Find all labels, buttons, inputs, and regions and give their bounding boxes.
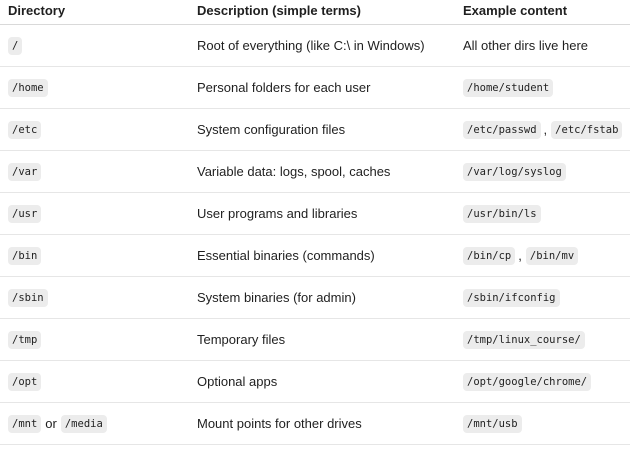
directory-cell: /mnt or/media [8,403,193,444]
description-cell: Personal folders for each user [197,79,371,95]
table-body: / Root of everything (like C:\ in Windows… [0,25,630,445]
directory-cell: /home [8,67,193,108]
directory-cell: /opt [8,361,193,402]
directory-path: /mnt [8,414,42,433]
description-cell: User programs and libraries [197,205,358,221]
directory-path: /sbin [8,288,48,307]
example-cell: /tmp/linux_course/ [463,319,628,360]
example-cell: /etc/passwd,/etc/fstab [463,109,628,150]
example-cell: /usr/bin/ls [463,193,628,234]
example-text: All other dirs live here [463,37,588,53]
example-cell: /home/student [463,67,628,108]
example-path: /opt/google/chrome/ [463,372,592,391]
example-path: /tmp/linux_course/ [463,330,585,349]
example-separator: , [518,247,522,263]
description-cell: Variable data: logs, spool, caches [197,163,391,179]
description-cell: Temporary files [197,331,286,347]
description-cell: System binaries (for admin) [197,289,356,305]
table-row: / Root of everything (like C:\ in Windows… [0,25,630,67]
directory-cell: / [8,25,193,66]
example-cell: /opt/google/chrome/ [463,361,628,402]
table-row: /mnt or/media Mount points for other drive… [0,403,630,445]
example-cell: /sbin/ifconfig [463,277,628,318]
directory-path: /usr [8,204,42,223]
example-path: /var/log/syslog [463,162,566,181]
directory-cell: /etc [8,109,193,150]
example-cell: /var/log/syslog [463,151,628,192]
example-cell: /bin/cp,/bin/mv [463,235,628,276]
example-path: /usr/bin/ls [463,204,541,223]
table-row: /home Personal folders for each user/home… [0,67,630,109]
description-cell: Root of everything (like C:\ in Windows) [197,37,425,53]
table-row: /tmp Temporary files/tmp/linux_course/ [0,319,630,361]
directory-cell: /sbin [8,277,193,318]
example-path: /sbin/ifconfig [463,288,560,307]
description-cell: System configuration files [197,121,346,137]
directory-table: Directory Description (simple terms) Exa… [0,0,630,445]
table-row: /opt Optional apps/opt/google/chrome/ [0,361,630,403]
directory-path: /tmp [8,330,42,349]
description-cell: Mount points for other drives [197,415,362,431]
header-example: Example content [463,3,568,18]
description-cell: Optional apps [197,373,278,389]
table-row: /sbin System binaries (for admin) /sbin/if… [0,277,630,319]
description-cell: Essential binaries (commands) [197,247,375,263]
example-path: /bin/cp [463,246,516,265]
directory-path: /home [8,78,48,97]
example-path: /etc/passwd [463,120,541,139]
example-path: /bin/mv [525,246,579,265]
table-row: /bin Essential binaries (commands) /bin/cp… [0,235,630,277]
example-cell: /mnt/usb [463,403,628,444]
directory-separator: or [45,415,57,431]
directory-path: /var [8,162,42,181]
example-path: /mnt/usb [463,414,522,433]
example-separator: , [543,121,548,137]
directory-cell: /usr [8,193,193,234]
directory-cell: /bin [8,235,193,276]
header-description: Description (simple terms) [197,3,361,18]
table-header-row: Directory Description (simple terms) Exa… [0,0,630,25]
directory-cell: /var [8,151,193,192]
directory-path: / [8,36,23,55]
directory-cell: /tmp [8,319,193,360]
example-path: /home/student [463,78,554,97]
example-path: /etc/fstab [551,120,623,139]
directory-path: /bin [8,246,42,265]
table-row: /usr User programs and libraries/usr/bin/… [0,193,630,235]
directory-path: /opt [8,372,42,391]
directory-path: /media [60,414,107,433]
directory-path: /etc [8,120,42,139]
example-cell: All other dirs live here [463,25,628,66]
table-row: /etc System configuration files/etc/passw… [0,109,630,151]
header-directory: Directory [8,3,66,18]
table-row: /var Variable data: logs, spool, caches/v… [0,151,630,193]
